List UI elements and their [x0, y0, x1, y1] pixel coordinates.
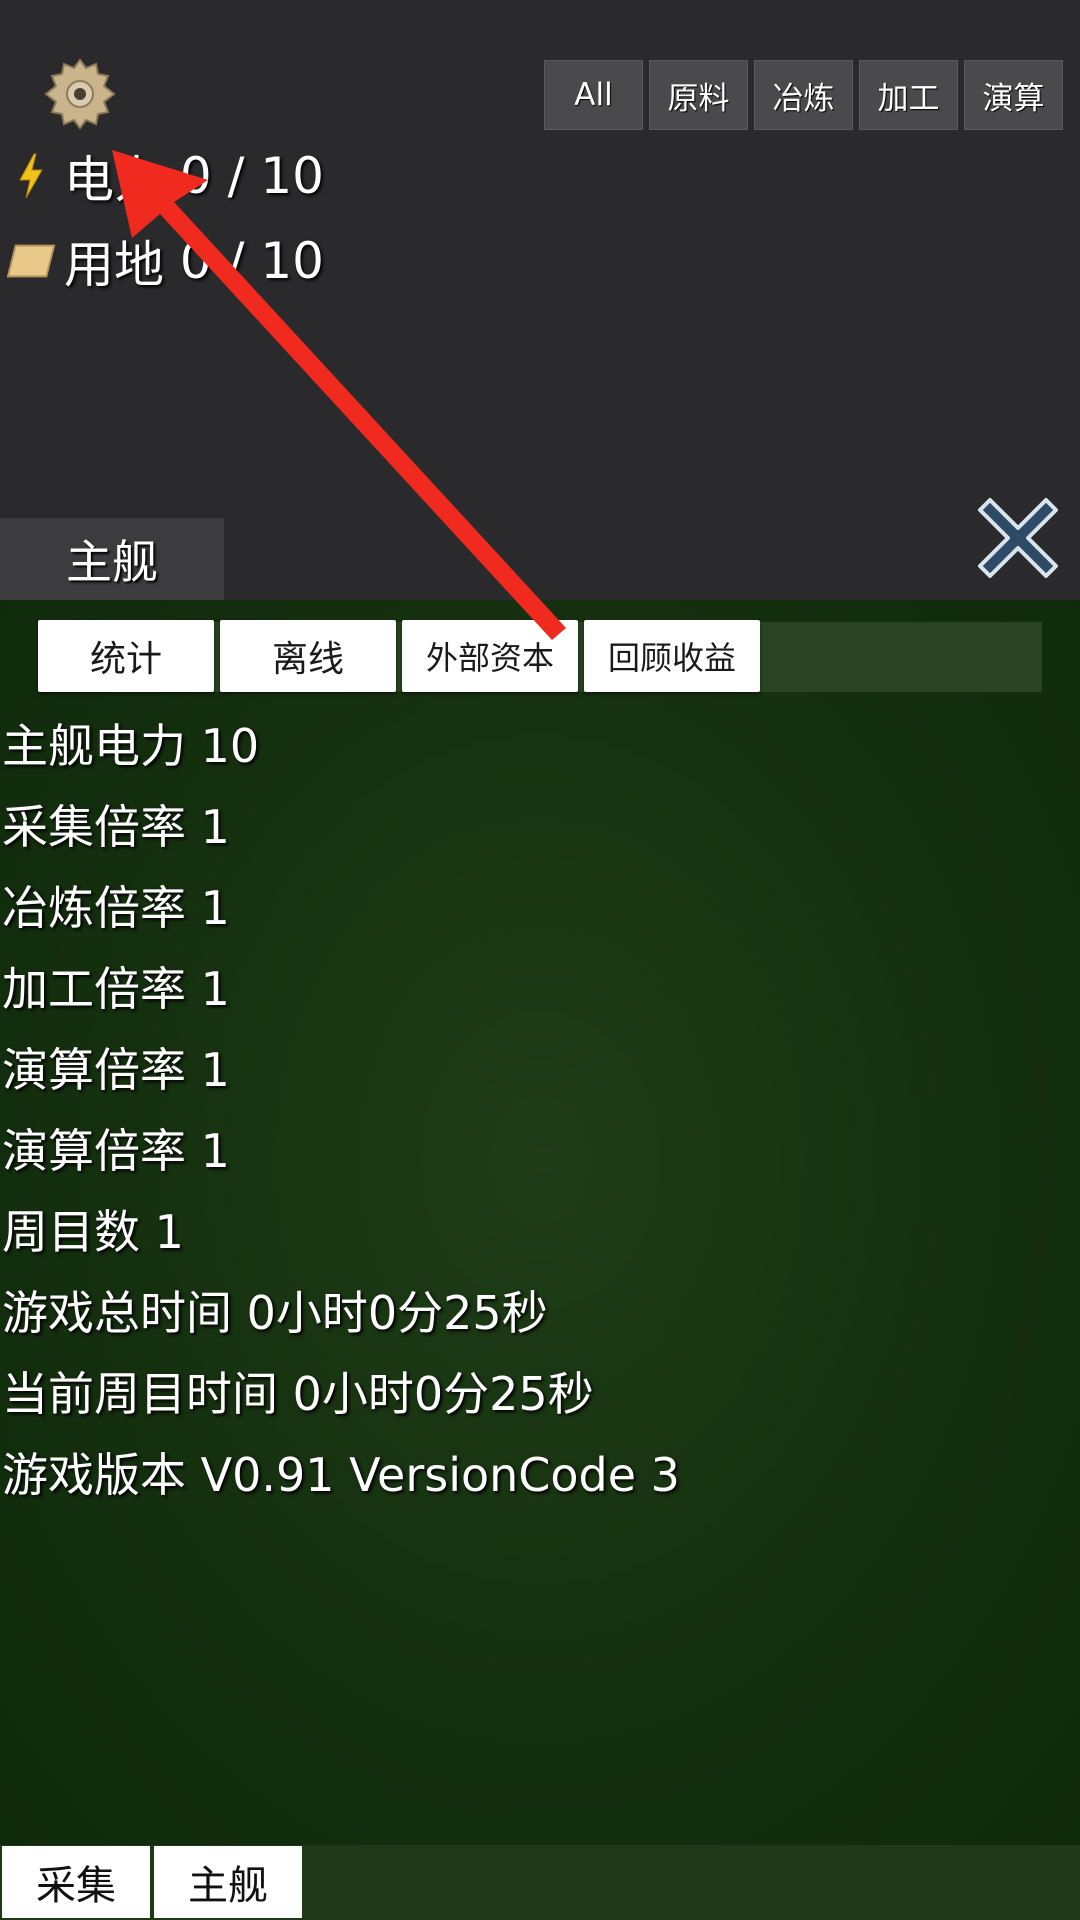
tab-review-revenue[interactable]: 回顾收益	[584, 620, 760, 692]
power-resource: 电力 0 / 10	[6, 140, 324, 212]
subtab-bar: 统计 离线 外部资本 回顾收益	[38, 620, 760, 692]
stat-smelt-rate: 冶炼倍率 1	[2, 880, 230, 935]
stat-compute-rate: 演算倍率 1	[2, 1042, 230, 1097]
filter-smelt-button[interactable]: 冶炼	[754, 60, 853, 130]
nav-gather-button[interactable]: 采集	[2, 1846, 150, 1918]
gear-icon[interactable]	[42, 56, 118, 132]
tab-offline[interactable]: 离线	[220, 620, 396, 692]
filter-compute-button[interactable]: 演算	[964, 60, 1063, 130]
land-label: 用地	[64, 236, 164, 294]
close-icon[interactable]	[976, 496, 1060, 580]
stat-cycle-count: 周目数 1	[2, 1204, 184, 1259]
filter-all-button[interactable]: All	[544, 60, 643, 130]
stat-gather-rate: 采集倍率 1	[2, 799, 230, 854]
stat-main-ship-power: 主舰电力 10	[2, 718, 260, 773]
filter-process-button[interactable]: 加工	[859, 60, 958, 130]
filter-raw-button[interactable]: 原料	[649, 60, 748, 130]
stats-list: 主舰电力 10 采集倍率 1 冶炼倍率 1 加工倍率 1 演算倍率 1 演算倍率…	[2, 702, 680, 1512]
land-value: 0 / 10	[179, 232, 324, 290]
stat-compute-rate-2: 演算倍率 1	[2, 1123, 230, 1178]
stat-cycle-time: 当前周目时间 0小时0分25秒	[2, 1366, 594, 1421]
land-icon	[6, 236, 56, 286]
power-label: 电力	[64, 151, 164, 209]
section-tab-main-ship[interactable]: 主舰	[0, 518, 224, 600]
land-resource: 用地 0 / 10	[6, 225, 324, 297]
power-value: 0 / 10	[179, 147, 324, 205]
category-filter-bar: All 原料 冶炼 加工 演算	[544, 60, 1063, 130]
tab-statistics[interactable]: 统计	[38, 620, 214, 692]
tab-external-capital[interactable]: 外部资本	[402, 620, 578, 692]
lightning-icon	[6, 151, 56, 201]
stat-version: 游戏版本 V0.91 VersionCode 3	[2, 1447, 680, 1502]
bottom-nav: 采集 主舰	[2, 1846, 302, 1918]
stat-total-time: 游戏总时间 0小时0分25秒	[2, 1285, 548, 1340]
stat-process-rate: 加工倍率 1	[2, 961, 230, 1016]
nav-main-ship-button[interactable]: 主舰	[154, 1846, 302, 1918]
